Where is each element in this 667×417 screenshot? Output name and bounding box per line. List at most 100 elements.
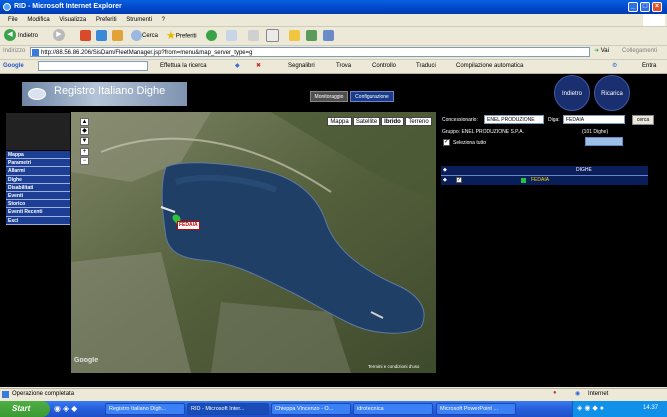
- clock: 14.37: [643, 405, 659, 411]
- folder-button[interactable]: [289, 29, 300, 43]
- tab-configurazione[interactable]: Configurazione: [350, 91, 394, 102]
- history-button[interactable]: [206, 29, 217, 43]
- translate-button[interactable]: Traduci: [416, 60, 436, 73]
- ie-icon: [3, 3, 11, 11]
- task-registro[interactable]: Registro Italiano Digh...: [105, 403, 185, 415]
- sidebar-menu: Mappa Parametri Allarmi Dighe Disabilita…: [6, 151, 70, 225]
- logo-icon: [28, 88, 46, 100]
- address-bar: Indirizzo http://88.56.86.206/SisDam/Fle…: [0, 46, 667, 60]
- indietro-button[interactable]: Indietro: [554, 75, 590, 111]
- menu-modifica[interactable]: Modifica: [27, 14, 49, 26]
- concessionario-select[interactable]: ENEL PRODUZIONE: [484, 115, 544, 124]
- popup-blocker-icon[interactable]: ✖: [256, 60, 261, 73]
- search-button[interactable]: Cerca: [131, 29, 158, 43]
- menu-bar: File Modifica Visualizza Preferiti Strum…: [0, 14, 667, 27]
- pan-down-icon[interactable]: ▼: [80, 137, 89, 145]
- page-icon: [32, 49, 39, 56]
- favorites-button[interactable]: ★Preferiti: [166, 29, 197, 43]
- messenger-button[interactable]: [306, 29, 317, 43]
- status-bar: Operazione completata ● ◉ Internet: [0, 388, 667, 401]
- select-all-checkbox[interactable]: ✓: [443, 139, 450, 146]
- zoom-out-icon[interactable]: −: [80, 157, 89, 165]
- forward-button[interactable]: ▶: [53, 29, 67, 43]
- satellite-map[interactable]: [71, 112, 436, 373]
- ricarica-button[interactable]: Ricarica: [594, 75, 630, 111]
- mail-button[interactable]: [226, 29, 237, 43]
- tab-monitoraggio[interactable]: Monitoraggio: [310, 91, 348, 102]
- sidebar-item-mappa[interactable]: Mappa: [6, 151, 70, 160]
- stop-button[interactable]: [80, 29, 91, 43]
- sidebar-item-allarmi[interactable]: Allarmi: [6, 167, 70, 176]
- map-marker-label: FEDAIA: [177, 221, 200, 230]
- map-terms-link[interactable]: Termini e condizioni d'uso: [368, 364, 419, 369]
- google-search-button[interactable]: Effettua la ricerca: [160, 60, 207, 73]
- maptype-satellite-button[interactable]: Satellite: [353, 117, 380, 126]
- menu-file[interactable]: File: [8, 14, 18, 26]
- dighe-column-header: DIGHE: [576, 167, 592, 173]
- edit-button[interactable]: [266, 29, 279, 43]
- quicklaunch-icons[interactable]: ◉◈◆: [54, 404, 104, 414]
- maximize-button[interactable]: □: [640, 2, 650, 12]
- find-button[interactable]: Trova: [336, 60, 351, 73]
- star-icon: ★: [166, 30, 176, 42]
- bookmarks-button[interactable]: Segnalibri: [288, 60, 315, 73]
- sidebar-item-eventi[interactable]: Eventi: [6, 191, 70, 201]
- minimize-button[interactable]: _: [628, 2, 638, 12]
- sidebar-item-parametri[interactable]: Parametri: [6, 159, 70, 168]
- toolbar: ◀ Indietro ▶ Cerca ★Preferiti: [0, 27, 667, 46]
- mail-icon: [226, 29, 237, 41]
- refresh-button[interactable]: [96, 29, 107, 43]
- menu-visualizza[interactable]: Visualizza: [59, 14, 86, 26]
- table-row[interactable]: ◆ ✓ FEDAIA: [441, 176, 648, 185]
- start-button[interactable]: Start: [0, 401, 50, 417]
- forward-arrow-icon: ▶: [53, 29, 65, 42]
- folder-icon: [289, 29, 300, 41]
- system-tray: ◈ ◉ ◆ ● 14.37: [572, 401, 667, 417]
- cerca-button[interactable]: cerca: [632, 115, 654, 125]
- maptype-mappa-button[interactable]: Mappa: [327, 117, 352, 126]
- refresh-icon: [96, 29, 107, 41]
- title-bar: RID - Microsoft Internet Explorer _ □ ×: [0, 0, 667, 14]
- zoom-in-icon[interactable]: +: [80, 148, 89, 156]
- pan-left-right-icon[interactable]: ◆: [80, 127, 89, 135]
- links-label[interactable]: Collegamenti: [622, 48, 657, 54]
- globe-icon: ◉: [575, 391, 581, 397]
- research-icon: [323, 29, 334, 41]
- spellcheck-button[interactable]: Controllo: [372, 60, 396, 73]
- row-diga-name[interactable]: FEDAIA: [531, 177, 549, 183]
- sidebar-item-esci[interactable]: Esci: [6, 216, 70, 225]
- sidebar-item-dighe[interactable]: Dighe: [6, 175, 70, 184]
- go-button[interactable]: ➜ Vai: [594, 47, 609, 54]
- task-powerpoint[interactable]: Microsoft PowerPoint ...: [436, 403, 516, 415]
- sidebar-item-disabilitati[interactable]: Disabilitati: [6, 183, 70, 192]
- maptype-terreno-button[interactable]: Terreno: [405, 117, 432, 126]
- stop-icon: [80, 29, 91, 41]
- diga-select[interactable]: FEDAIA: [563, 115, 625, 124]
- sidebar-item-eventi-recenti[interactable]: Eventi Recenti: [6, 208, 70, 217]
- task-rid[interactable]: RID - Microsoft Inter...: [187, 403, 269, 415]
- google-search-input[interactable]: [38, 61, 148, 71]
- research-button[interactable]: [323, 29, 334, 43]
- print-button[interactable]: [248, 29, 259, 43]
- autofill-button[interactable]: Compilazione automatica: [456, 60, 523, 73]
- menu-strumenti[interactable]: Strumenti: [126, 14, 152, 26]
- history-icon: [206, 29, 217, 41]
- pan-up-icon[interactable]: ▲: [80, 118, 89, 126]
- signin-button[interactable]: Entra: [642, 60, 656, 73]
- close-button[interactable]: ×: [652, 2, 662, 12]
- home-icon: [112, 29, 123, 41]
- tray-icons[interactable]: ◈ ◉ ◆ ●: [577, 404, 604, 412]
- menu-preferiti[interactable]: Preferiti: [96, 14, 117, 26]
- row-checkbox[interactable]: ✓: [456, 177, 462, 183]
- maptype-ibrido-button[interactable]: Ibrido: [381, 117, 404, 126]
- back-button[interactable]: ◀ Indietro: [4, 29, 38, 43]
- task-outlook[interactable]: Chieppa Vincenzo - O...: [271, 403, 351, 415]
- wrench-icon[interactable]: ⚙: [612, 60, 617, 73]
- sidebar-item-storico[interactable]: Storico: [6, 200, 70, 209]
- google-logo: Google: [3, 63, 24, 69]
- menu-help[interactable]: ?: [162, 14, 165, 26]
- google-watermark: Google: [74, 357, 99, 364]
- task-idrotecnica[interactable]: idrotecnica: [353, 403, 433, 415]
- home-button[interactable]: [112, 29, 123, 43]
- address-input[interactable]: http://88.56.86.206/SisDam/FleetManager.…: [30, 47, 590, 57]
